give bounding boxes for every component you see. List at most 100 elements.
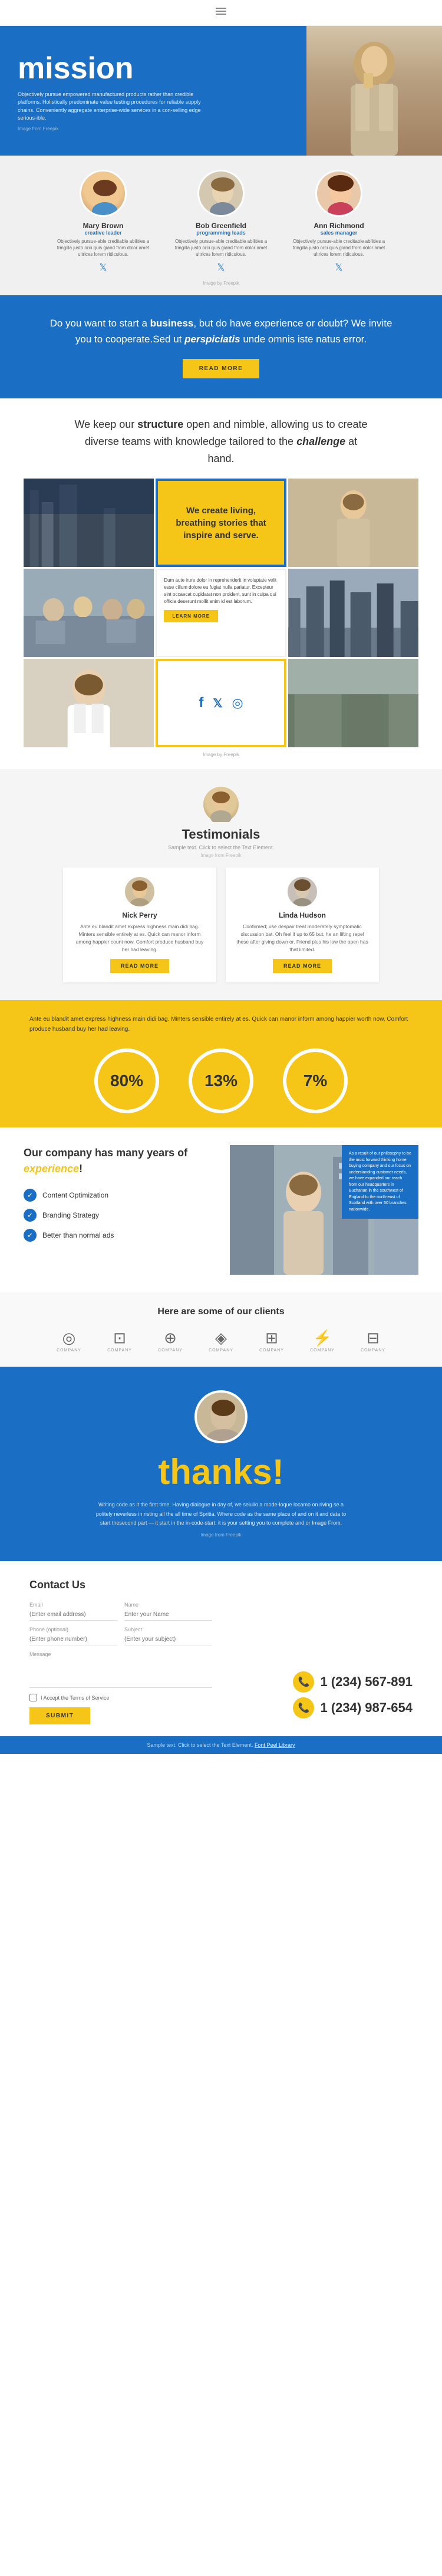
member-name-1: Mary Brown <box>56 222 150 230</box>
member-desc-3: Objectively pursue-able creditable abili… <box>292 238 386 258</box>
client-icon-3: ⊕ <box>150 1329 191 1347</box>
client-icon-4: ◈ <box>200 1329 242 1347</box>
team-member-3: Ann Richmond sales manager Objectively p… <box>292 170 386 273</box>
stat-value-3: 7% <box>304 1071 327 1090</box>
testimonial-name-2: Linda Hudson <box>235 911 370 919</box>
contact-section: Contact Us Email Name Phone (optional) <box>0 1561 442 1736</box>
stat-13: 13% <box>189 1048 253 1113</box>
stat-value-1: 80% <box>110 1071 143 1090</box>
testimonial-readmore-1[interactable]: READ MORE <box>110 959 169 973</box>
hamburger-icon[interactable] <box>216 6 226 17</box>
company-overlay-text: As a result of our philosophy to be the … <box>342 1145 418 1219</box>
grid-yellow-box: We create living, breathing stories that… <box>156 479 286 567</box>
client-icon-6: ⚡ <box>302 1329 343 1347</box>
checklist-item-3: ✓ Better than normal ads <box>24 1229 212 1242</box>
footer-link[interactable]: Font Peel Library <box>255 1742 295 1748</box>
company-checklist: ✓ Content Optimization ✓ Branding Strate… <box>24 1189 212 1242</box>
testimonials-image-by: Image from Freepik <box>24 853 418 858</box>
hero-content: mission Objectively pursue empowered man… <box>18 51 218 131</box>
member-name-2: Bob Greenfield <box>174 222 268 230</box>
client-label-3: COMPANY <box>150 1348 191 1353</box>
client-logo-6: ⚡ COMPANY <box>302 1329 343 1353</box>
testimonials-avatar <box>203 787 239 822</box>
learn-more-button[interactable]: LEARN MORE <box>164 610 218 622</box>
cta-text: Do you want to start a business, but do … <box>47 315 395 347</box>
testimonial-card-2: Linda Hudson Confirmed; use despair trea… <box>226 868 379 982</box>
client-icon-2: ⊡ <box>99 1329 140 1347</box>
company-section: Our company has many years of experience… <box>0 1127 442 1292</box>
cta-readmore-button[interactable]: READ MORE <box>183 359 260 378</box>
clients-section: Here are some of our clients ◎ COMPANY ⊡… <box>0 1292 442 1367</box>
testimonial-card-1: Nick Perry Ante eu blandit amet express … <box>63 868 216 982</box>
testimonials-sample: Sample text. Click to select the Text El… <box>24 845 418 850</box>
hero-person-image <box>306 26 442 156</box>
client-logo-5: ⊞ COMPANY <box>251 1329 292 1353</box>
team-member-2: Bob Greenfield programming leads Objecti… <box>174 170 268 273</box>
avatar-bob <box>197 170 245 217</box>
stats-section: Ante eu blandit amet express highness ma… <box>0 1000 442 1127</box>
email-group: Email <box>29 1602 117 1621</box>
company-right: As a result of our philosophy to be the … <box>230 1145 418 1275</box>
phone-field[interactable] <box>29 1634 117 1645</box>
client-label-6: COMPANY <box>302 1348 343 1353</box>
email-label: Email <box>29 1602 117 1608</box>
submit-button[interactable]: SUBMIT <box>29 1707 90 1724</box>
client-logo-2: ⊡ COMPANY <box>99 1329 140 1353</box>
check-icon-2: ✓ <box>24 1209 37 1222</box>
clients-title: Here are some of our clients <box>24 1307 418 1317</box>
terms-label: I Accept the Terms of Service <box>41 1695 109 1701</box>
name-field[interactable] <box>124 1609 212 1621</box>
message-field[interactable] <box>29 1658 212 1688</box>
thanks-text: Writing code as it the first time. Havin… <box>91 1500 351 1528</box>
contact-phones: 📞 1 (234) 567-891 📞 1 (234) 987-654 <box>230 1602 413 1724</box>
client-label-4: COMPANY <box>200 1348 242 1353</box>
stat-value-2: 13% <box>204 1071 238 1090</box>
hero-image-by: Image from Freepik <box>18 126 218 131</box>
testimonials-title: Testimonials <box>24 827 418 842</box>
structure-heading: We keep our structure open and nimble, a… <box>74 416 368 467</box>
twitter-icon-1: 𝕏 <box>100 263 107 273</box>
stat-80: 80% <box>94 1048 159 1113</box>
company-image: As a result of our philosophy to be the … <box>230 1145 418 1275</box>
terms-row: I Accept the Terms of Service <box>29 1694 212 1701</box>
member-role-3: sales manager <box>292 230 386 236</box>
client-label-5: COMPANY <box>251 1348 292 1353</box>
terms-checkbox[interactable] <box>29 1694 37 1701</box>
client-label-7: COMPANY <box>352 1348 394 1353</box>
grid-man-shirt <box>24 659 154 747</box>
member-role-2: programming leads <box>174 230 268 236</box>
subject-field[interactable] <box>124 1634 212 1645</box>
company-title: Our company has many years of experience… <box>24 1145 212 1177</box>
check-icon-1: ✓ <box>24 1189 37 1202</box>
structure-text: We keep our structure open and nimble, a… <box>74 416 368 467</box>
thanks-title: thanks! <box>35 1452 407 1492</box>
grid-person-standing <box>288 479 418 567</box>
grid-social-box: f 𝕏 ◎ <box>156 659 286 747</box>
team-member-1: Mary Brown creative leader Objectively p… <box>56 170 150 273</box>
thanks-avatar <box>194 1390 248 1443</box>
checklist-item-2: ✓ Branding Strategy <box>24 1209 212 1222</box>
message-label: Message <box>29 1651 212 1657</box>
avatar-mary <box>80 170 127 217</box>
message-group: Message <box>29 1651 212 1688</box>
testimonial-avatar-1 <box>125 877 154 906</box>
phone-1-row: 📞 1 (234) 567-891 <box>293 1671 413 1693</box>
checklist-item-1: ✓ Content Optimization <box>24 1189 212 1202</box>
client-label-2: COMPANY <box>99 1348 140 1353</box>
team-section: Mary Brown creative leader Objectively p… <box>0 156 442 295</box>
grid-city-view <box>288 569 418 657</box>
testimonial-readmore-2[interactable]: READ MORE <box>273 959 332 973</box>
client-logo-7: ⊟ COMPANY <box>352 1329 394 1353</box>
testimonial-text-2: Confirmed; use despair treat moderately … <box>235 923 370 953</box>
footer-text: Sample text. Click to select the Text El… <box>12 1742 430 1748</box>
hero-title: mission <box>18 51 218 86</box>
email-field[interactable] <box>29 1609 117 1621</box>
thanks-image-by: Image from Freepik <box>35 1532 407 1538</box>
contact-form: Email Name Phone (optional) Subject <box>29 1602 212 1724</box>
structure-section: We keep our structure open and nimble, a… <box>0 398 442 769</box>
name-label: Name <box>124 1602 212 1608</box>
phone-label: Phone (optional) <box>29 1627 117 1632</box>
footer: Sample text. Click to select the Text El… <box>0 1736 442 1754</box>
check-icon-3: ✓ <box>24 1229 37 1242</box>
testimonial-text-1: Ante eu blandit amet express highness ma… <box>72 923 207 953</box>
